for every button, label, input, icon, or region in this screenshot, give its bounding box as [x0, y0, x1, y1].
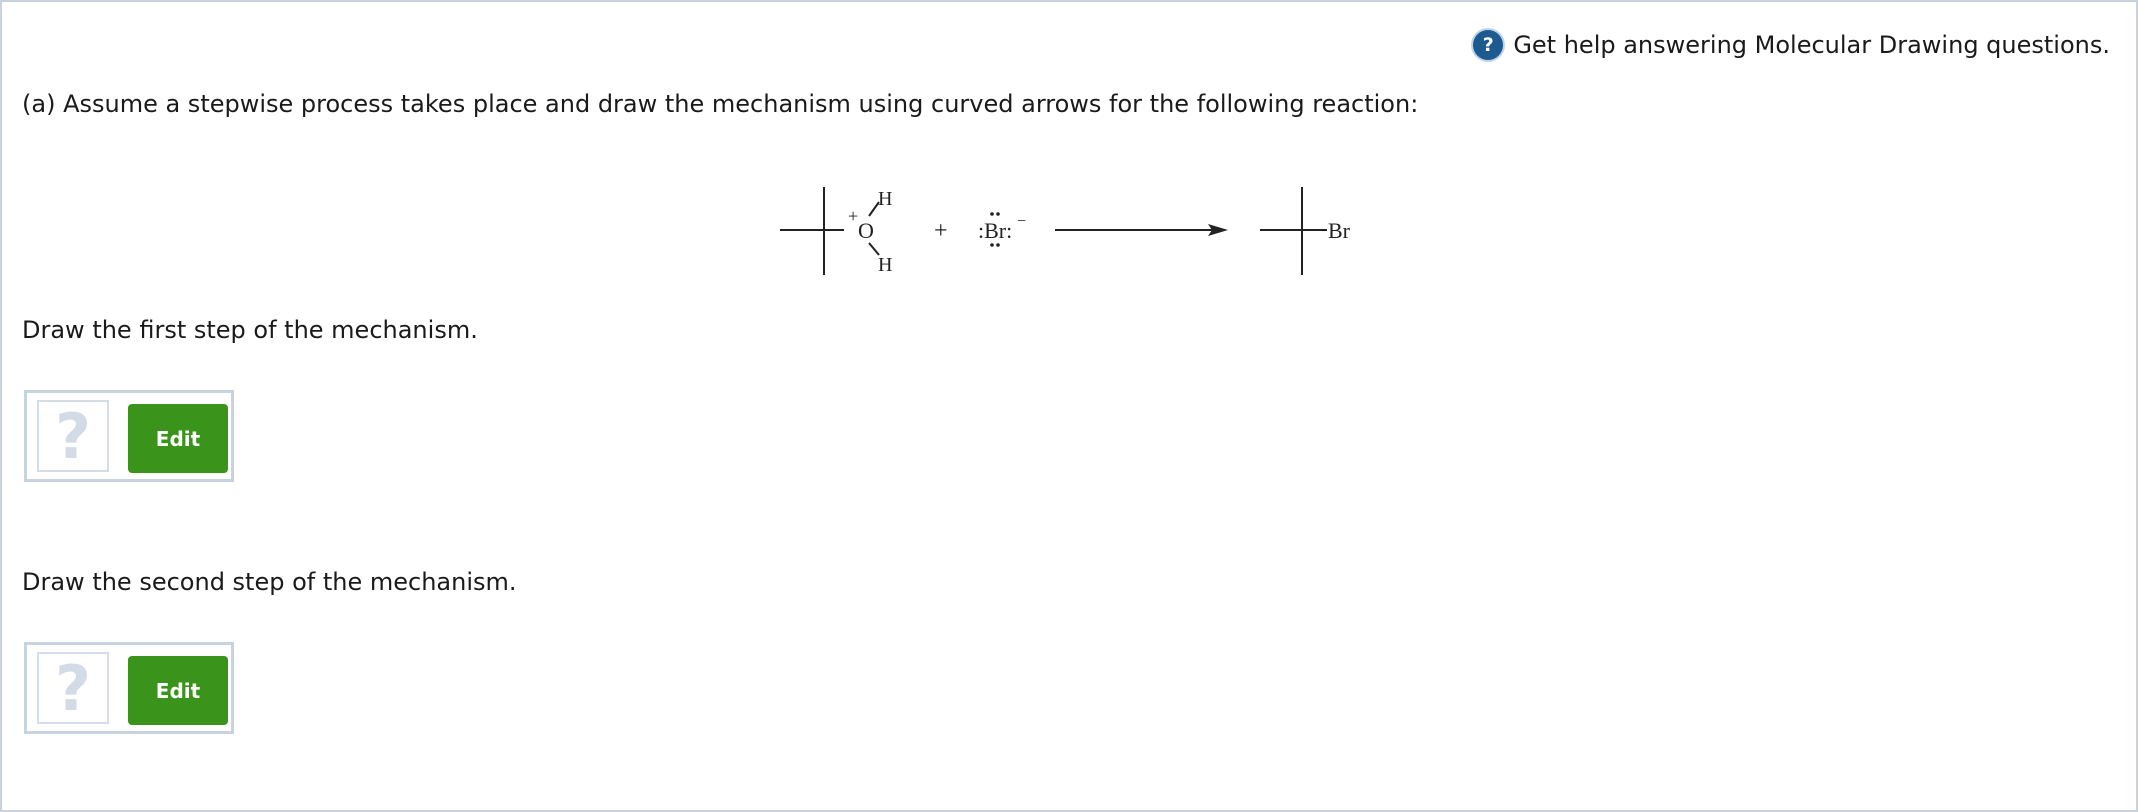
- help-link-text[interactable]: Get help answering Molecular Drawing que…: [1513, 31, 2110, 59]
- bromide-ion: :Br:: [978, 218, 1012, 243]
- help-link[interactable]: ? Get help answering Molecular Drawing q…: [1473, 30, 2110, 60]
- hydrogen-bottom: H: [878, 254, 892, 276]
- charge-minus: −: [1017, 213, 1026, 230]
- help-circle-icon[interactable]: ?: [1473, 30, 1504, 60]
- step1-edit-button[interactable]: Edit: [128, 404, 228, 473]
- product-bromine: Br: [1328, 218, 1351, 243]
- step1-instruction: Draw the first step of the mechanism.: [22, 316, 478, 344]
- step2-drawing-widget: ? Edit: [24, 642, 234, 734]
- step2-edit-button[interactable]: Edit: [128, 656, 228, 725]
- oxygen-atom: O: [858, 218, 874, 243]
- question-text: (a) Assume a stepwise process takes plac…: [22, 90, 1419, 118]
- charge-plus: +: [848, 206, 858, 226]
- step1-drawing-widget: ? Edit: [24, 390, 234, 482]
- step2-placeholder-question-icon: ?: [37, 652, 109, 725]
- hydrogen-top: H: [878, 188, 892, 210]
- reaction-scheme: + O H H + :Br: − Br: [780, 187, 1351, 276]
- question-panel: ? Get help answering Molecular Drawing q…: [0, 0, 2138, 812]
- plus-sign: +: [934, 218, 948, 244]
- step1-placeholder-question-icon: ?: [37, 400, 109, 473]
- step2-instruction: Draw the second step of the mechanism.: [22, 568, 517, 596]
